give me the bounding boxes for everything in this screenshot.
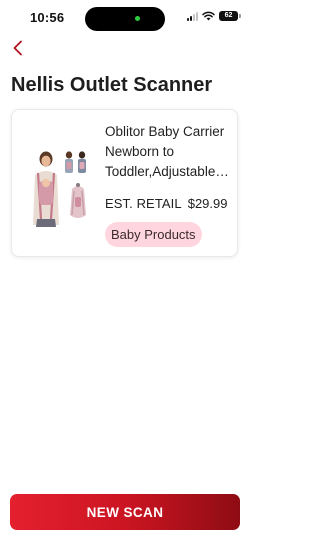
product-name: Oblitor Baby Carrier Newborn to Toddler,… bbox=[105, 124, 225, 179]
cellular-signal-icon bbox=[187, 11, 198, 21]
status-bar: 10:56 62 bbox=[0, 0, 250, 36]
product-image bbox=[22, 145, 102, 227]
chevron-left-icon bbox=[13, 40, 22, 56]
wifi-icon bbox=[202, 11, 215, 21]
retail-label: EST. RETAIL bbox=[105, 196, 182, 211]
status-time: 10:56 bbox=[30, 10, 65, 25]
product-card[interactable]: Oblitor Baby Carrier Newborn to Toddler,… bbox=[11, 109, 238, 257]
back-button[interactable] bbox=[7, 37, 29, 59]
camera-indicator-icon bbox=[135, 16, 140, 21]
battery-icon: 62 bbox=[219, 11, 241, 21]
estimated-retail: EST. RETAIL $29.99 bbox=[105, 196, 237, 211]
app-screen: 10:56 62 Nellis Outlet Scanner Oblitor B… bbox=[0, 0, 250, 541]
dynamic-island bbox=[85, 7, 165, 31]
category-badge: Baby Products bbox=[105, 222, 202, 247]
retail-price: $29.99 bbox=[187, 196, 228, 211]
status-icons: 62 bbox=[187, 11, 241, 21]
new-scan-button[interactable]: NEW SCAN bbox=[10, 494, 240, 530]
page-title: Nellis Outlet Scanner bbox=[11, 74, 213, 96]
